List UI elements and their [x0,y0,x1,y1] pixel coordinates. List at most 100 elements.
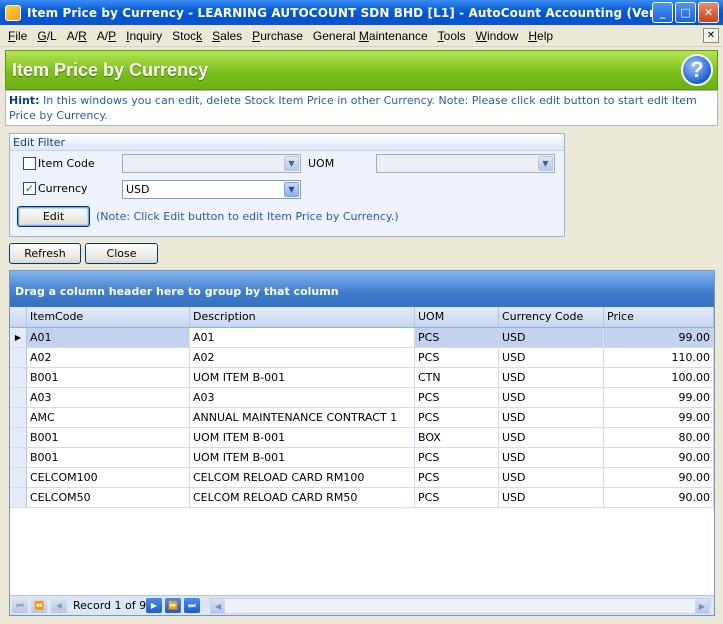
table-row[interactable]: AMC ANNUAL MAINTENANCE CONTRACT 1 PCS US… [10,408,714,428]
cell-currency-code[interactable]: USD [499,408,604,427]
cell-uom[interactable]: PCS [415,448,499,467]
maximize-button[interactable]: □ [675,2,696,23]
cell-price[interactable]: 110.00 [604,348,714,367]
cell-description[interactable]: A01 [190,328,415,347]
menu-stock[interactable]: Stock [168,29,206,43]
cell-price[interactable]: 99.00 [604,328,714,347]
cell-price[interactable]: 99.00 [604,408,714,427]
group-by-panel[interactable]: Drag a column header here to group by th… [10,271,714,307]
cell-currency-code[interactable]: USD [499,348,604,367]
table-row[interactable]: B001 UOM ITEM B-001 PCS USD 90.00 [10,448,714,468]
help-icon[interactable]: ? [681,54,713,86]
cell-itemcode[interactable]: A03 [27,388,190,407]
column-header-description[interactable]: Description [190,307,415,327]
next-record-icon[interactable]: ▶ [146,598,162,613]
scroll-left-icon[interactable]: ◀ [211,599,225,613]
scroll-right-icon[interactable]: ▶ [695,599,709,613]
menu-help[interactable]: Help [524,29,557,43]
cell-itemcode[interactable]: AMC [27,408,190,427]
cell-description[interactable]: A03 [190,388,415,407]
menu-file[interactable]: File [4,29,31,43]
prev-record-icon[interactable]: ◀ [51,598,67,613]
next-page-icon[interactable]: ⏩ [165,598,181,613]
table-row[interactable]: CELCOM50 CELCOM RELOAD CARD RM50 PCS USD… [10,488,714,508]
table-row[interactable]: CELCOM100 CELCOM RELOAD CARD RM100 PCS U… [10,468,714,488]
cell-description[interactable]: UOM ITEM B-001 [190,428,415,447]
cell-uom[interactable]: PCS [415,408,499,427]
table-row[interactable]: A02 A02 PCS USD 110.00 [10,348,714,368]
cell-itemcode[interactable]: B001 [27,448,190,467]
cell-currency-code[interactable]: USD [499,468,604,487]
item-code-checkbox[interactable] [23,157,36,170]
menu-tools[interactable]: Tools [434,29,470,43]
cell-price[interactable]: 100.00 [604,368,714,387]
cell-currency-code[interactable]: USD [499,488,604,507]
column-header-itemcode[interactable]: ItemCode [27,307,190,327]
mdi-close-button[interactable]: ✕ [703,28,719,43]
table-row[interactable]: A03 A03 PCS USD 99.00 [10,388,714,408]
uom-combo[interactable]: ▼ [376,154,555,173]
cell-itemcode[interactable]: B001 [27,368,190,387]
cell-itemcode[interactable]: A02 [27,348,190,367]
cell-description[interactable]: UOM ITEM B-001 [190,368,415,387]
cell-uom[interactable]: PCS [415,468,499,487]
cell-price[interactable]: 99.00 [604,388,714,407]
edit-note: (Note: Click Edit button to edit Item Pr… [96,210,399,223]
close-button[interactable]: Close [85,243,158,264]
table-row[interactable]: ▶ A01 A01 PCS USD 99.00 [10,328,714,348]
cell-itemcode[interactable]: B001 [27,428,190,447]
cell-price[interactable]: 90.00 [604,468,714,487]
column-header-price[interactable]: Price [604,307,714,327]
column-header-currency-code[interactable]: Currency Code [499,307,604,327]
cell-currency-code[interactable]: USD [499,368,604,387]
cell-price[interactable]: 80.00 [604,428,714,447]
cell-uom[interactable]: PCS [415,328,499,347]
item-code-combo[interactable]: ▼ [122,154,301,173]
cell-currency-code[interactable]: USD [499,388,604,407]
currency-checkbox[interactable]: ✓ [23,182,36,195]
cell-uom[interactable]: PCS [415,348,499,367]
cell-itemcode[interactable]: A01 [27,328,190,347]
refresh-button[interactable]: Refresh [9,243,81,264]
cell-description[interactable]: CELCOM RELOAD CARD RM50 [190,488,415,507]
cell-description[interactable]: ANNUAL MAINTENANCE CONTRACT 1 [190,408,415,427]
menu-general-maintenance[interactable]: General Maintenance [309,29,432,43]
cell-currency-code[interactable]: USD [499,428,604,447]
table-row[interactable]: B001 UOM ITEM B-001 BOX USD 80.00 [10,428,714,448]
cell-currency-code[interactable]: USD [499,448,604,467]
menu-ar[interactable]: A/R [63,29,91,43]
last-record-icon[interactable]: ⏭ [184,598,200,613]
menu-gl[interactable]: G/L [33,29,60,43]
menu-window[interactable]: Window [472,29,523,43]
cell-description[interactable]: A02 [190,348,415,367]
horizontal-scrollbar[interactable]: ◀ ▶ [210,598,710,614]
cell-price[interactable]: 90.00 [604,448,714,467]
cell-description[interactable]: UOM ITEM B-001 [190,448,415,467]
menu-purchase[interactable]: Purchase [248,29,307,43]
chevron-down-icon[interactable]: ▼ [284,182,299,197]
table-row[interactable]: B001 UOM ITEM B-001 CTN USD 100.00 [10,368,714,388]
chevron-down-icon[interactable]: ▼ [538,156,553,171]
cell-itemcode[interactable]: CELCOM50 [27,488,190,507]
cell-uom[interactable]: PCS [415,388,499,407]
cell-uom[interactable]: PCS [415,488,499,507]
menu-sales[interactable]: Sales [208,29,246,43]
column-header-uom[interactable]: UOM [415,307,499,327]
cell-uom[interactable]: BOX [415,428,499,447]
minimize-button[interactable]: _ [652,2,673,23]
row-indicator [10,428,27,447]
page-title: Item Price by Currency [12,60,209,80]
chevron-down-icon[interactable]: ▼ [284,156,299,171]
cell-uom[interactable]: CTN [415,368,499,387]
cell-itemcode[interactable]: CELCOM100 [27,468,190,487]
cell-price[interactable]: 90.00 [604,488,714,507]
first-record-icon[interactable]: ⏮ [12,598,28,613]
close-window-button[interactable]: ✕ [698,2,719,23]
menu-ap[interactable]: A/P [93,29,120,43]
cell-currency-code[interactable]: USD [499,328,604,347]
currency-combo[interactable]: USD ▼ [122,180,301,199]
edit-button[interactable]: Edit [17,206,90,227]
prev-page-icon[interactable]: ⏪ [31,598,47,613]
cell-description[interactable]: CELCOM RELOAD CARD RM100 [190,468,415,487]
menu-inquiry[interactable]: Inquiry [122,29,166,43]
